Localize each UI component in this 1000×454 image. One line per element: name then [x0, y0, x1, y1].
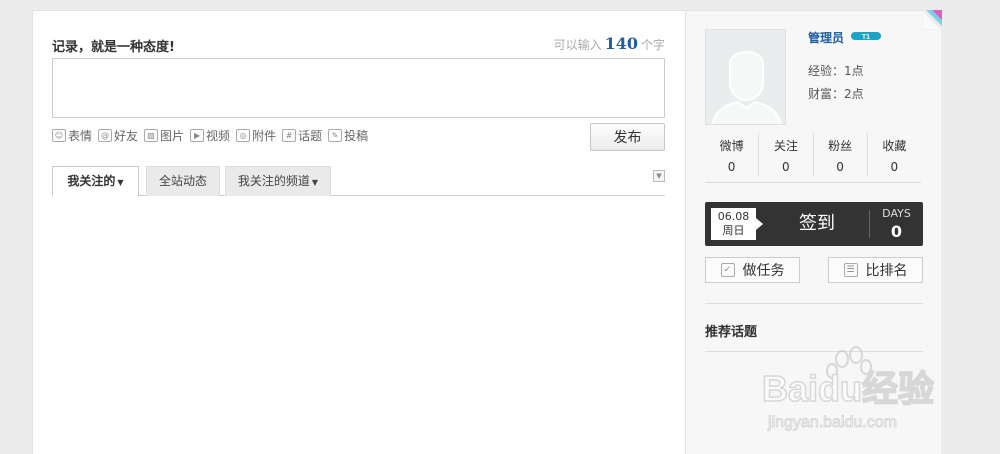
checkin-days: DAYS 0: [870, 207, 923, 241]
checkin-panel: 06.08 周日 签到 DAYS 0: [705, 202, 923, 246]
checkin-date-value: 06.08: [717, 210, 750, 223]
tool-friends[interactable]: @ 好友: [98, 127, 138, 144]
profile-stats: 微博 0 关注 0 粉丝 0 收藏 0: [705, 133, 921, 183]
tool-topic[interactable]: # 话题: [282, 127, 322, 144]
tool-topic-label: 话题: [298, 129, 323, 143]
tab-following-label: 我关注的: [67, 174, 116, 188]
stat-following-value: 0: [782, 160, 790, 174]
tab-site-activity-label: 全站动态: [158, 174, 207, 188]
stat-fans-label: 粉丝: [828, 139, 853, 153]
stat-weibo[interactable]: 微博 0: [705, 133, 760, 176]
ranking-label: 比排名: [865, 263, 908, 279]
page-container: 记录，就是一种态度! 可以输入 140 个字 ☺ 表情 @ 好友 ▨ 图片 ▶ 视频: [32, 10, 942, 454]
stat-following-label: 关注: [773, 139, 798, 153]
char-counter-value: 140: [604, 34, 638, 53]
username-link[interactable]: 管理员: [808, 29, 844, 46]
default-avatar-icon: [706, 30, 785, 124]
char-counter-suffix: 个字: [640, 38, 665, 52]
stat-fans-value: 0: [836, 160, 844, 174]
at-icon: @: [98, 129, 113, 142]
tool-emoji[interactable]: ☺ 表情: [52, 127, 92, 144]
post-input[interactable]: [52, 58, 665, 118]
play-icon: ▶: [190, 129, 205, 142]
tool-friends-label: 好友: [114, 129, 139, 143]
tool-contribute-label: 投稿: [344, 129, 369, 143]
checkin-days-value: 0: [890, 222, 903, 241]
do-tasks-label: 做任务: [742, 263, 785, 279]
checkin-button[interactable]: 签到: [765, 202, 869, 246]
checkin-date: 06.08 周日: [711, 208, 763, 240]
divider: [705, 351, 923, 352]
feed-tabs: 我关注的 ▼ 全站动态 我关注的频道 ▼ ▼: [52, 165, 665, 197]
list-icon: ☰: [843, 263, 858, 277]
stat-favorites[interactable]: 收藏 0: [868, 133, 921, 176]
publish-button[interactable]: 发布: [590, 123, 665, 151]
tool-video-label: 视频: [206, 129, 231, 143]
main-column: 记录，就是一种态度! 可以输入 140 个字 ☺ 表情 @ 好友 ▨ 图片 ▶ 视频: [33, 11, 685, 454]
tool-attachment[interactable]: ◎ 附件: [236, 127, 276, 144]
composer-toolbar: ☺ 表情 @ 好友 ▨ 图片 ▶ 视频 ◎ 附件 # 话题 ✎ 投稿: [52, 127, 368, 144]
stat-fans[interactable]: 粉丝 0: [814, 133, 868, 176]
composer-title: 记录，就是一种态度!: [52, 40, 175, 55]
tab-following[interactable]: 我关注的 ▼: [52, 166, 139, 197]
stat-favorites-label: 收藏: [882, 139, 907, 153]
tool-video[interactable]: ▶ 视频: [190, 127, 230, 144]
stat-following[interactable]: 关注 0: [759, 133, 814, 176]
char-counter: 可以输入 140 个字: [554, 34, 665, 53]
recommended-topics-title: 推荐话题: [705, 325, 758, 340]
do-tasks-button[interactable]: ✓ 做任务: [705, 257, 800, 283]
wealth-text: 财富：2点: [808, 87, 864, 101]
tool-contribute[interactable]: ✎ 投稿: [328, 127, 368, 144]
divider: [705, 303, 923, 304]
stat-favorites-value: 0: [890, 160, 899, 174]
feed-options-toggle[interactable]: ▼: [653, 170, 665, 182]
caret-down-icon: ▼: [311, 178, 319, 187]
char-counter-prefix: 可以输入: [553, 38, 602, 52]
edit-icon: ✎: [328, 129, 343, 142]
stat-weibo-label: 微博: [719, 139, 744, 153]
tab-followed-channels-label: 我关注的频道: [237, 174, 310, 188]
tool-image[interactable]: ▨ 图片: [144, 127, 184, 144]
tab-site-activity[interactable]: 全站动态: [146, 166, 220, 196]
paperclip-icon: ◎: [236, 129, 251, 142]
sidebar: 管理员 T1 经验：1点 财富：2点 微博 0 关注 0 粉丝 0 收藏 0 0…: [685, 10, 942, 454]
ranking-button[interactable]: ☰ 比排名: [828, 257, 923, 283]
level-badge-text: T1: [862, 34, 870, 41]
corner-fold-icon: [922, 10, 942, 30]
smiley-icon: ☺: [52, 129, 66, 142]
level-badge: T1: [851, 32, 881, 41]
tool-attachment-label: 附件: [252, 129, 277, 143]
tab-followed-channels[interactable]: 我关注的频道 ▼: [225, 166, 331, 196]
caret-down-icon: ▼: [117, 178, 124, 187]
checkin-days-label: DAYS: [882, 207, 911, 220]
tool-image-label: 图片: [160, 129, 185, 143]
experience-text: 经验：1点: [808, 64, 864, 78]
tool-emoji-label: 表情: [68, 129, 93, 143]
checkin-weekday: 周日: [722, 224, 745, 237]
caret-down-icon: ▼: [656, 172, 662, 180]
image-icon: ▨: [144, 129, 159, 142]
avatar[interactable]: [705, 29, 786, 125]
hash-icon: #: [282, 129, 297, 142]
stat-weibo-value: 0: [727, 160, 736, 174]
checkbox-icon: ✓: [720, 263, 735, 277]
